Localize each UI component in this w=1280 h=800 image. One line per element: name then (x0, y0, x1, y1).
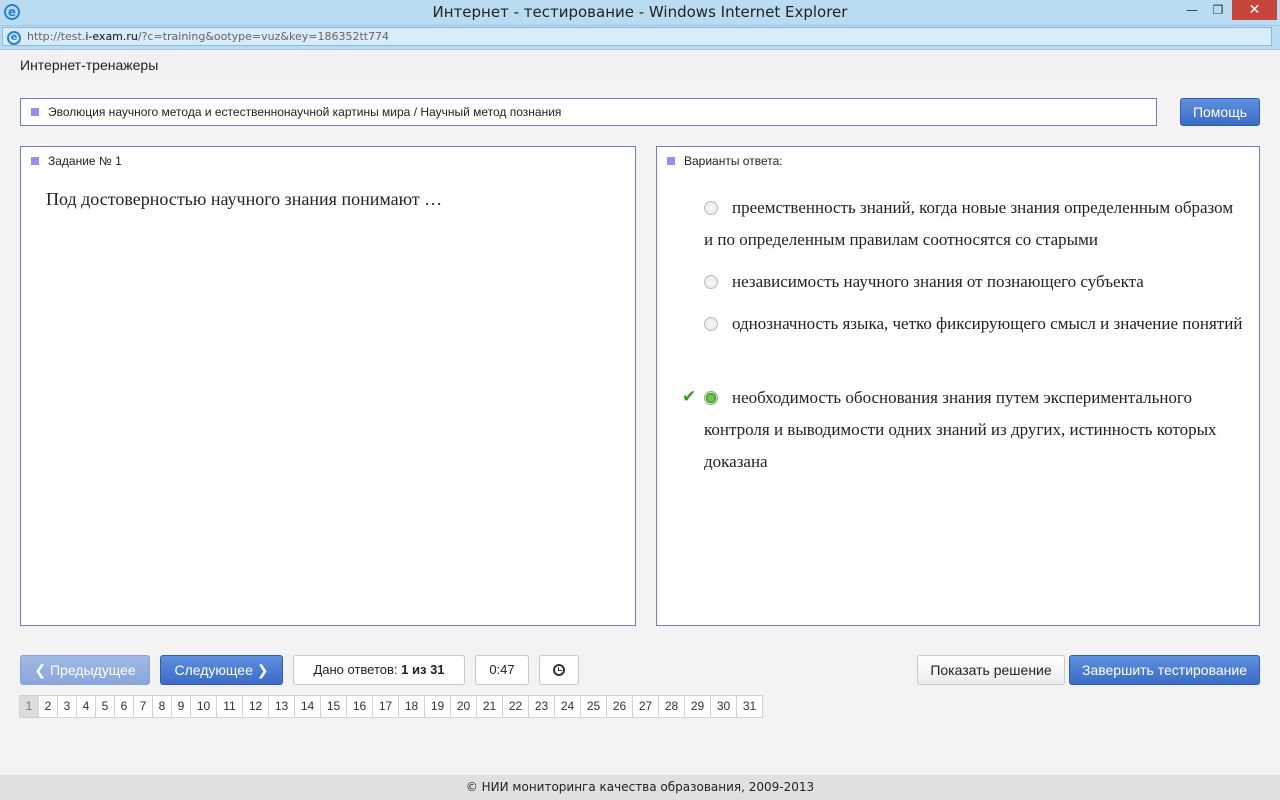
page-number-button[interactable]: 18 (398, 695, 425, 718)
page-number-button[interactable]: 29 (684, 695, 711, 718)
maximize-button[interactable]: ❐ (1206, 0, 1230, 20)
page-number-button[interactable]: 12 (242, 695, 269, 718)
minimize-button[interactable]: — (1180, 0, 1204, 20)
page-number-button[interactable]: 10 (190, 695, 217, 718)
url-domain: i-exam.ru (85, 30, 138, 43)
timer-button[interactable] (539, 655, 579, 685)
page-number-button[interactable]: 25 (580, 695, 607, 718)
page-number-button[interactable]: 1 (19, 695, 39, 718)
page-number-button[interactable]: 13 (268, 695, 295, 718)
answer-option-1[interactable]: преемственность знаний, когда новые знан… (704, 192, 1244, 256)
task-heading: Задание № 1 (48, 154, 122, 168)
topic-title: Эволюция научного метода и естественнона… (48, 105, 562, 119)
answer-option-2[interactable]: независимость научного знания от познающ… (704, 266, 1244, 298)
marker-icon (667, 157, 675, 165)
task-panel: Задание № 1 Под достоверностью научного … (20, 146, 636, 626)
page-number-button[interactable]: 11 (216, 695, 243, 718)
page-number-button[interactable]: 27 (632, 695, 659, 718)
radio-button[interactable] (704, 275, 718, 289)
answered-counter: Дано ответов: 1 из 31 (293, 655, 465, 685)
page-number-button[interactable]: 23 (528, 695, 555, 718)
radio-button-selected[interactable] (704, 391, 718, 405)
footer-copyright: © НИИ мониторинга качества образования, … (0, 775, 1280, 800)
page-number-button[interactable]: 30 (710, 695, 737, 718)
page-number-button[interactable]: 20 (450, 695, 477, 718)
page-number-button[interactable]: 14 (294, 695, 321, 718)
url-text[interactable]: http://test.i-exam.ru/?c=training&ootype… (27, 30, 389, 43)
chevron-left-icon: ❮ (34, 662, 50, 678)
page-number-button[interactable]: 31 (736, 695, 763, 718)
page-number-button[interactable]: 24 (554, 695, 581, 718)
page-number-button[interactable]: 7 (133, 695, 153, 718)
page-number-button[interactable]: 6 (114, 695, 134, 718)
page-number-button[interactable]: 22 (502, 695, 529, 718)
marker-icon (31, 157, 39, 165)
chevron-right-icon: ❯ (252, 662, 269, 678)
show-solution-button[interactable]: Показать решение (917, 655, 1065, 685)
window-titlebar: e Интернет - тестирование - Windows Inte… (0, 0, 1280, 26)
page-number-button[interactable]: 16 (346, 695, 373, 718)
help-button[interactable]: Помощь (1180, 98, 1260, 126)
address-field[interactable]: e http://test.i-exam.ru/?c=training&ooty… (2, 27, 1272, 46)
page-number-button[interactable]: 8 (152, 695, 172, 718)
clock-icon (553, 664, 565, 676)
previous-button[interactable]: ❮ Предыдущее (20, 655, 150, 685)
page-number-button[interactable]: 3 (57, 695, 77, 718)
page-number-button[interactable]: 9 (171, 695, 191, 718)
page-number-button[interactable]: 28 (658, 695, 685, 718)
radio-button[interactable] (704, 201, 718, 215)
timer-display: 0:47 (475, 655, 529, 685)
topic-bar: Эволюция научного метода и естественнона… (20, 98, 1157, 126)
radio-button[interactable] (704, 317, 718, 331)
answered-value: 1 из 31 (401, 662, 445, 677)
page-number-button[interactable]: 15 (320, 695, 347, 718)
site-brand: Интернет-тренажеры (20, 57, 159, 73)
page-number-button[interactable]: 5 (95, 695, 115, 718)
question-text: Под достоверностью научного знания поним… (46, 189, 443, 209)
marker-icon (31, 108, 39, 116)
page-number-button[interactable]: 4 (76, 695, 96, 718)
window-title: Интернет - тестирование - Windows Intern… (432, 3, 848, 21)
next-button[interactable]: Следующее ❯ (160, 655, 283, 685)
answer-option-4[interactable]: ✔ необходимость обоснования знания путем… (682, 382, 1244, 478)
question-pager: 1 2 3 4 5 6 7 8 9 10 11 12 13 14 15 16 17 18 19 20 21 22 23 24 2… (19, 695, 763, 718)
page-number-button[interactable]: 17 (372, 695, 399, 718)
close-button[interactable]: ✕ (1232, 0, 1277, 20)
page-favicon-icon: e (7, 31, 21, 45)
address-bar: e http://test.i-exam.ru/?c=training&ooty… (0, 26, 1280, 50)
page-number-button[interactable]: 21 (476, 695, 503, 718)
answer-option-3[interactable]: однозначность языка, четко фиксирующего … (704, 308, 1244, 340)
page-number-button[interactable]: 19 (424, 695, 451, 718)
answers-panel: Варианты ответа: преемственность знаний,… (656, 146, 1260, 626)
page-number-button[interactable]: 26 (606, 695, 633, 718)
page-number-button[interactable]: 2 (38, 695, 58, 718)
answers-heading: Варианты ответа: (684, 154, 783, 168)
finish-test-button[interactable]: Завершить тестирование (1069, 655, 1260, 685)
checkmark-icon: ✔ (682, 387, 697, 407)
